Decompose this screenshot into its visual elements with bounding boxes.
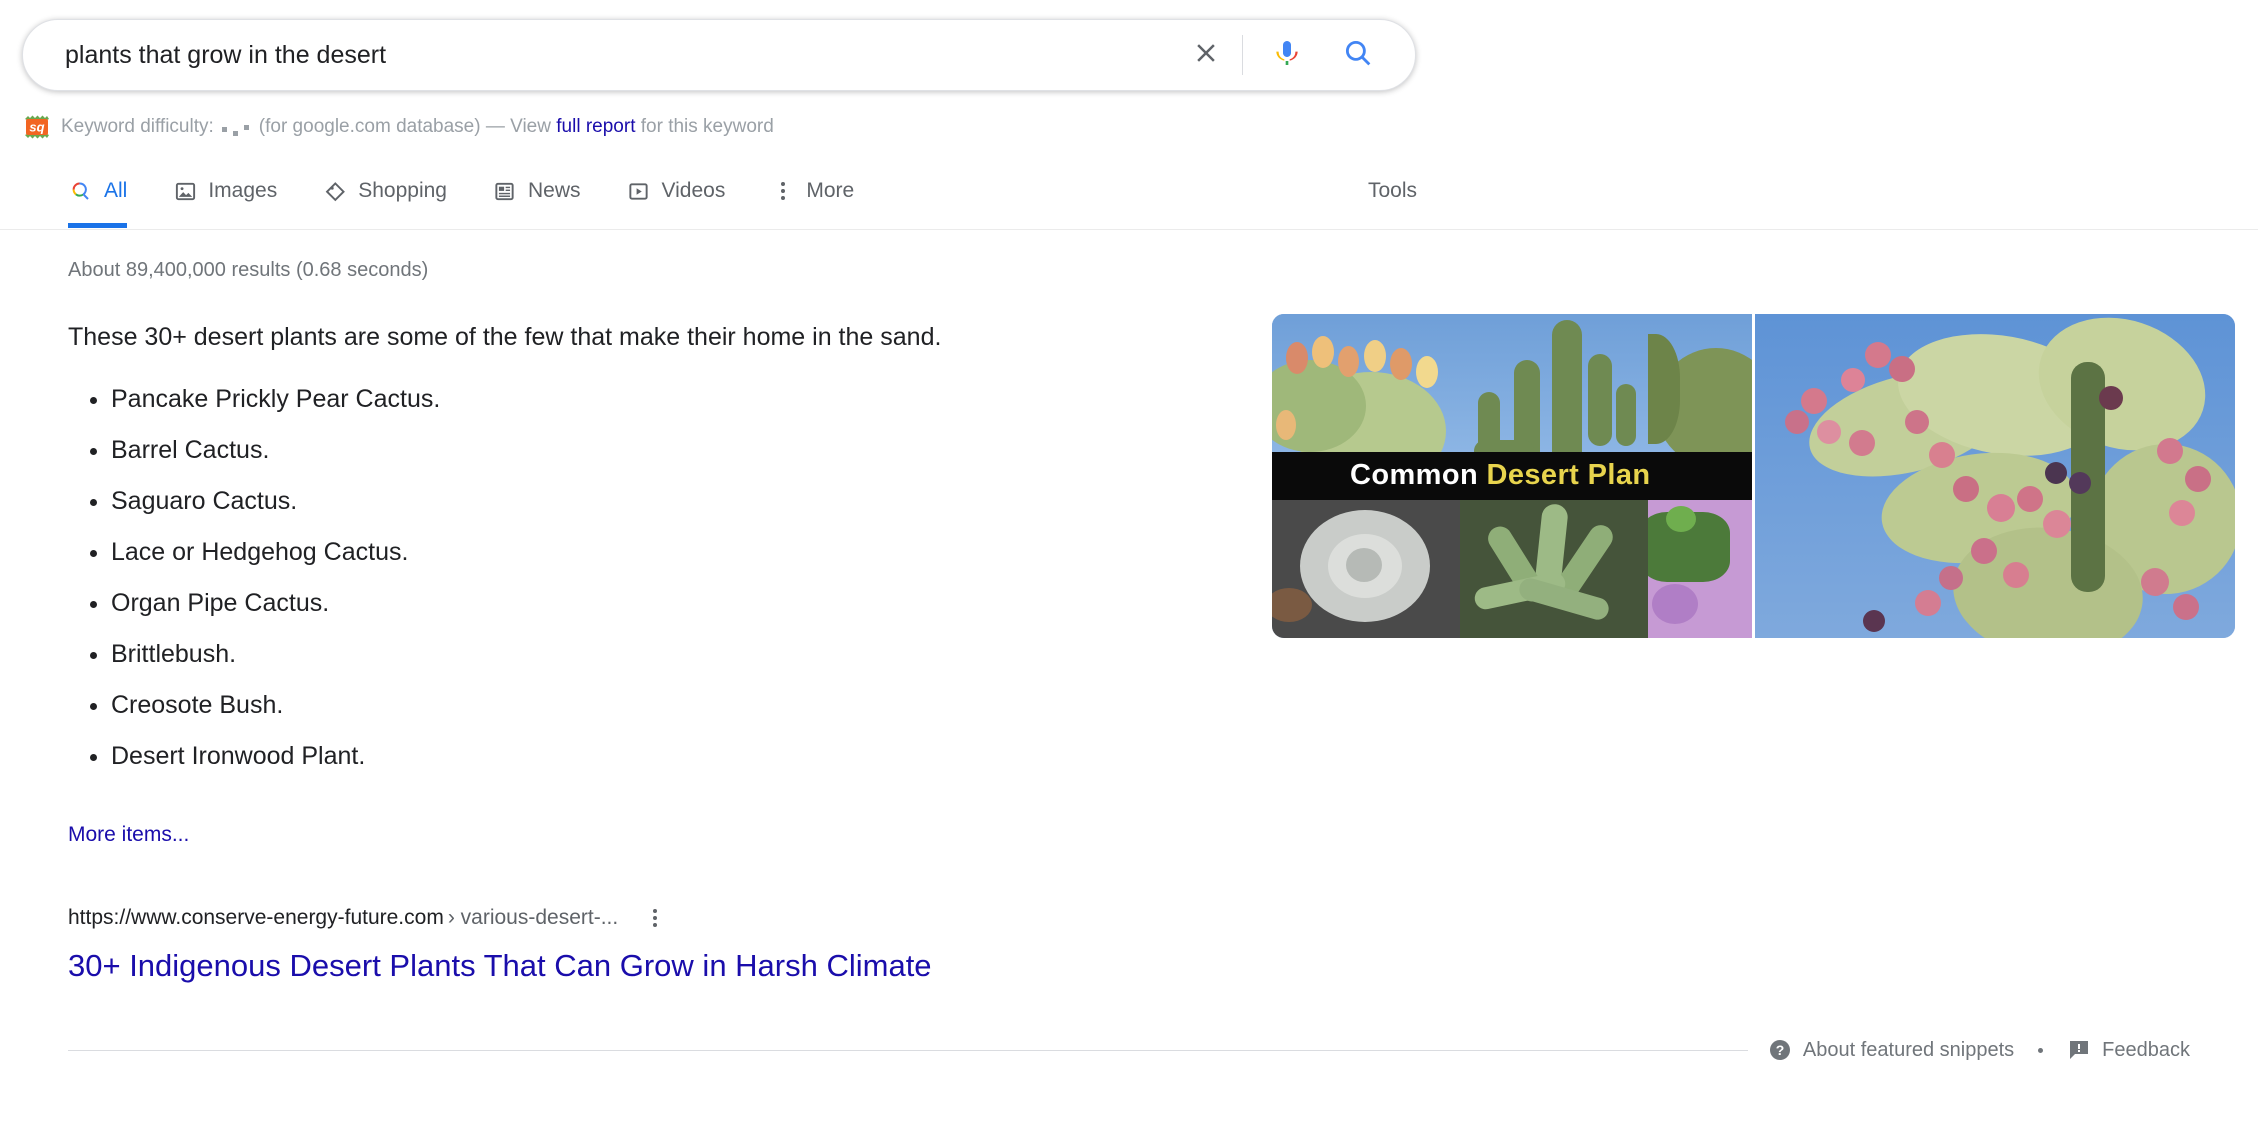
tab-all[interactable]: All [68, 155, 128, 228]
tab-images-label: Images [208, 179, 278, 202]
clear-search-button[interactable] [1184, 33, 1228, 77]
collage-title-banner: Common Desert Plan [1272, 452, 1752, 500]
list-item: Creosote Bush. [111, 689, 1218, 721]
collage-cell-flowering-plant [1648, 499, 1752, 638]
more-vertical-icon [646, 908, 664, 929]
common-desert-plants-collage[interactable]: Common Desert Plan [1272, 314, 1752, 638]
tools-label: Tools [1368, 179, 1418, 202]
search-icon [1341, 36, 1375, 75]
microphone-icon [1271, 37, 1303, 74]
video-play-icon [625, 178, 651, 204]
tag-icon [322, 178, 348, 204]
collage-banner-yellow: Desert Plan [1486, 459, 1651, 492]
newspaper-icon [492, 178, 518, 204]
feedback-label: Feedback [2102, 1038, 2190, 1061]
search-bar-actions [1184, 32, 1381, 78]
featured-snippet-images: Common Desert Plan [1272, 314, 2235, 638]
tab-shopping[interactable]: Shopping [322, 155, 447, 227]
google-search-results-page: sq Keyword difficulty: (for google.com d… [0, 0, 2258, 1134]
list-item: Saguaro Cactus. [111, 485, 1218, 517]
collage-banner-text: Common Desert Plan [1350, 459, 1651, 492]
footer-divider [68, 1049, 1748, 1051]
loading-dots-icon [219, 120, 252, 136]
search-bar-divider [1242, 35, 1243, 75]
footer-separator-dot [2038, 1047, 2044, 1053]
search-submit-button[interactable] [1335, 32, 1381, 78]
feedback-icon [2067, 1038, 2091, 1062]
featured-snippet-list: Pancake Prickly Pear Cactus. Barrel Cact… [68, 383, 1218, 791]
footer-actions: ? About featured snippets Feedback [1768, 1038, 2190, 1062]
full-report-link[interactable]: full report [556, 115, 635, 139]
result-stats: About 89,400,000 results (0.68 seconds) [68, 259, 429, 281]
active-tab-underline [68, 223, 128, 228]
image-icon [172, 178, 198, 204]
featured-snippet-intro: These 30+ desert plants are some of the … [68, 323, 942, 351]
result-url-path: › various-desert-... [447, 906, 619, 929]
collage-cell-succulent [1272, 499, 1461, 638]
tab-all-label: All [104, 179, 128, 202]
tab-videos[interactable]: Videos [625, 155, 725, 227]
collage-cell-saguaro [1460, 314, 1649, 453]
search-input[interactable] [65, 39, 1172, 71]
keyword-difficulty-label: Keyword difficulty: [61, 116, 214, 137]
about-featured-snippets-label: About featured snippets [1802, 1038, 2015, 1061]
tab-more[interactable]: More [770, 155, 854, 227]
tab-more-label: More [806, 179, 855, 202]
seoquake-logo: sq [22, 112, 52, 142]
tab-shopping-label: Shopping [358, 179, 447, 202]
tab-news-label: News [527, 179, 581, 202]
help-circle-icon: ? [1768, 1038, 1792, 1062]
tab-videos-label: Videos [661, 179, 726, 202]
result-url-domain: https://www.conserve-energy-future.com [68, 906, 444, 929]
more-items-link[interactable]: More items... [68, 822, 189, 848]
svg-text:?: ? [1776, 1042, 1785, 1058]
list-item: Lace or Hedgehog Cactus. [111, 536, 1218, 568]
collage-cell-prickly-pear [1272, 314, 1461, 453]
result-url-row: https://www.conserve-energy-future.com ›… [68, 905, 664, 931]
list-item: Organ Pipe Cactus. [111, 587, 1218, 619]
feedback-button[interactable]: Feedback [2067, 1038, 2190, 1062]
result-title-link[interactable]: 30+ Indigenous Desert Plants That Can Gr… [68, 945, 932, 987]
list-item: Barrel Cactus. [111, 434, 1218, 466]
tools-button[interactable]: Tools [1368, 155, 1417, 227]
google-search-icon [68, 178, 94, 204]
tab-news[interactable]: News [492, 155, 581, 227]
keyword-difficulty-database-note: (for google.com database) — View [258, 116, 551, 137]
keyword-difficulty-suffix: for this keyword [640, 116, 774, 137]
featured-snippet-footer: ? About featured snippets Feedback [68, 1038, 2190, 1062]
list-item: Pancake Prickly Pear Cactus. [111, 383, 1218, 415]
nav-tab-list: All Images Shopping News Videos More Too… [68, 155, 1417, 228]
search-bar[interactable] [22, 19, 1416, 91]
voice-search-button[interactable] [1265, 33, 1309, 77]
more-vertical-icon [770, 178, 796, 204]
list-item: Brittlebush. [111, 638, 1218, 670]
collage-cell-barrel-cactus [1648, 314, 1752, 453]
svg-text:sq: sq [29, 120, 44, 135]
collage-banner-white: Common [1350, 459, 1479, 492]
close-icon [1191, 38, 1221, 73]
prickly-pear-cactus-fruit-photo[interactable] [1755, 314, 2235, 638]
tab-images[interactable]: Images [172, 155, 277, 227]
result-options-menu-button[interactable] [646, 908, 664, 929]
seoquake-keyword-difficulty-bar: sq Keyword difficulty: (for google.com d… [22, 112, 774, 142]
about-featured-snippets-button[interactable]: ? About featured snippets [1768, 1038, 2014, 1062]
search-filter-nav: All Images Shopping News Videos More Too… [0, 155, 2258, 230]
collage-cell-aloe [1460, 499, 1649, 638]
list-item: Desert Ironwood Plant. [111, 740, 1218, 772]
